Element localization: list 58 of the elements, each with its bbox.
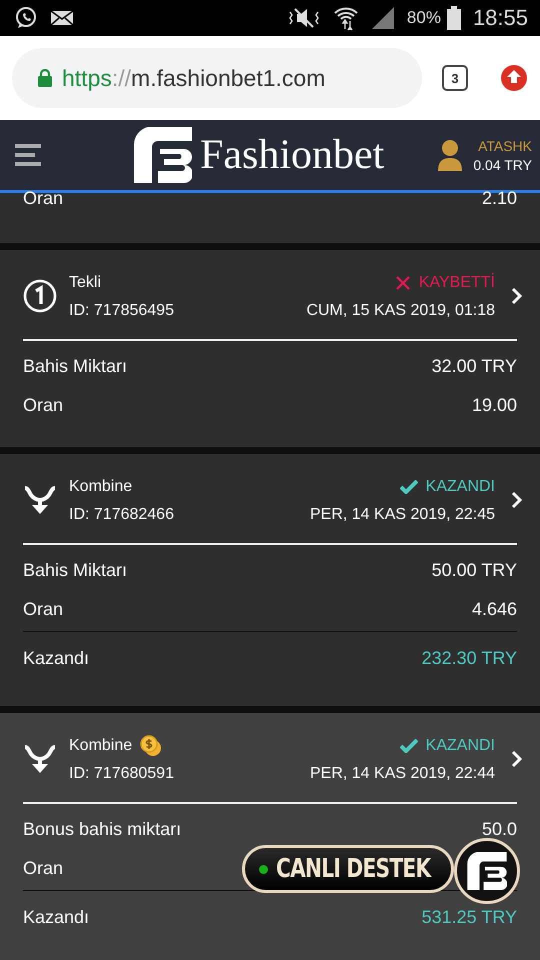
wifi-icon — [332, 5, 359, 31]
signal-icon — [370, 6, 395, 30]
row-value: 232.30 TRY — [422, 648, 517, 668]
bet-result: KAZANDI — [426, 737, 495, 755]
menu-icon[interactable] — [15, 143, 41, 167]
row-value: 4.646 — [472, 599, 517, 620]
bet-id: ID: 717682466 — [69, 506, 174, 524]
logo-icon — [467, 852, 507, 890]
bet-card[interactable]: Kombine ID: 717682466 KAZANDI PER, 14 KAS 2019, 22:45 Bahis Miktarı 50.00 TRY Oran 4.646 Kazandı 232.30 TRY — [0, 454, 540, 706]
battery-percent: 80% — [406, 8, 441, 28]
single-bet-icon — [23, 279, 57, 313]
brand-name: Fashionbet — [200, 131, 384, 179]
live-support-label: CANLI DESTEK — [276, 854, 430, 884]
username: ATASHK — [478, 138, 532, 154]
row-label: Kazandı — [23, 648, 90, 668]
live-support-button[interactable]: CANLI DESTEK — [242, 845, 454, 893]
bet-id: ID: 717680591 — [69, 765, 174, 783]
row-label: Bonus bahis miktarı — [23, 819, 182, 840]
row-value: 50.00 TRY — [432, 560, 517, 581]
chevron-right-icon[interactable] — [511, 287, 523, 305]
bet-result: KAZANDI — [426, 478, 495, 496]
upload-icon[interactable] — [500, 64, 528, 92]
row-value: 50.0 — [482, 819, 517, 840]
bet-id: ID: 717856495 — [69, 302, 174, 320]
row-label: Bahis Miktarı — [23, 356, 128, 377]
whatsapp-icon — [14, 6, 38, 30]
bet-card[interactable]: Tekli ID: 717856495 KAYBETTİ CUM, 15 KAS 2019, 01:18 Bahis Miktarı 32.00 TRY Oran 19.00 — [0, 250, 540, 447]
bet-result: KAYBETTİ — [418, 274, 495, 292]
bet-type: Kombine — [69, 737, 132, 755]
lock-icon — [38, 69, 52, 87]
row-label: Oran — [23, 395, 64, 416]
row-label: Kazandı — [23, 906, 90, 928]
chevron-right-icon[interactable] — [511, 750, 523, 768]
row-value: 531.25 TRY — [422, 906, 517, 928]
row-label: Bahis Miktarı — [23, 560, 128, 581]
bet-date: CUM, 15 KAS 2019, 01:18 — [306, 302, 495, 320]
row-value: 32.00 TRY — [432, 356, 517, 377]
bet-type: Kombine — [69, 478, 132, 496]
user-icon[interactable] — [437, 139, 464, 171]
mail-icon — [50, 8, 74, 28]
balance: 0.04 TRY — [473, 156, 532, 172]
tab-count-button[interactable]: 3 — [442, 65, 468, 91]
mute-icon — [286, 6, 321, 30]
url-text: https://m.fashionbet1.com — [62, 64, 326, 92]
bet-date: PER, 14 KAS 2019, 22:45 — [310, 506, 495, 524]
row-value: 19.00 — [472, 395, 517, 416]
address-bar[interactable]: https://m.fashionbet1.com — [12, 48, 422, 108]
merge-arrow-icon — [23, 743, 57, 775]
battery-icon — [446, 6, 461, 30]
row-label: Oran — [23, 858, 64, 879]
clock: 18:55 — [472, 5, 528, 31]
bet-date: PER, 14 KAS 2019, 22:44 — [310, 765, 495, 783]
chevron-right-icon[interactable] — [511, 491, 523, 509]
bet-type: Tekli — [69, 274, 102, 292]
merge-arrow-icon — [23, 484, 57, 516]
row-label: Oran — [23, 599, 64, 620]
bet-card[interactable]: Oran 2.10 — [0, 193, 540, 243]
logo-icon — [134, 127, 192, 183]
